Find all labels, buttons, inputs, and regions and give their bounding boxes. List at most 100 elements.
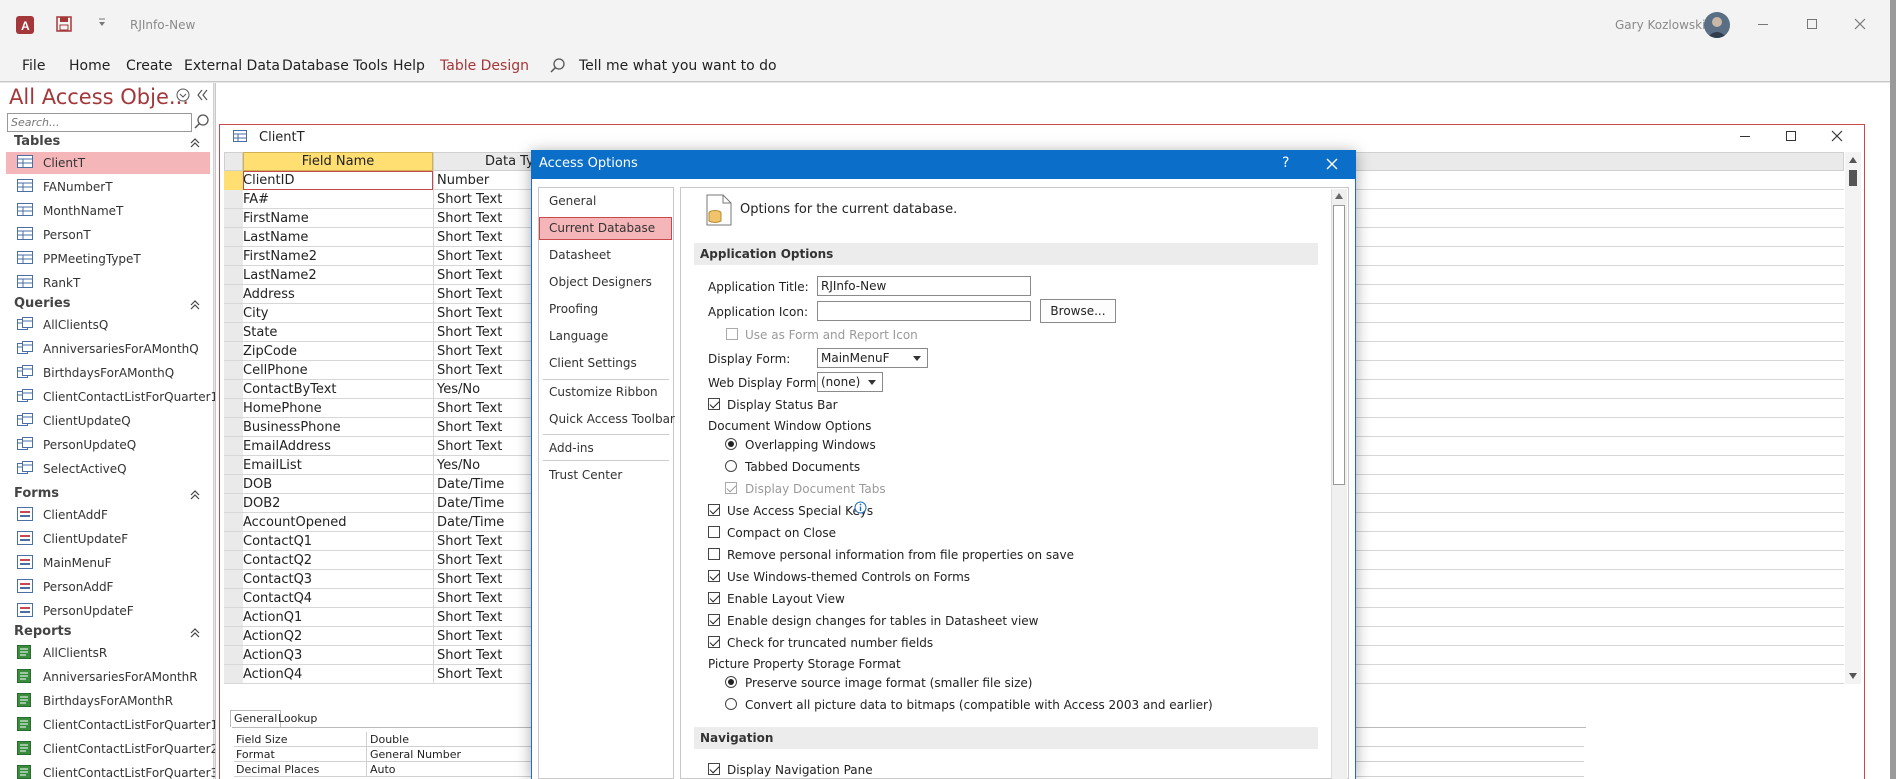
- nav-item[interactable]: PersonUpdateF: [6, 600, 210, 622]
- help-button[interactable]: ?: [1282, 155, 1289, 171]
- app-icon-field[interactable]: [817, 301, 1031, 321]
- column-header-field-name[interactable]: Field Name: [243, 152, 433, 171]
- tab-home[interactable]: Home: [69, 58, 110, 74]
- category-item[interactable]: Client Settings: [549, 356, 637, 370]
- info-icon[interactable]: [854, 501, 867, 514]
- nav-item[interactable]: PersonUpdateQ: [6, 434, 210, 456]
- display-nav-pane-checkbox[interactable]: [708, 763, 720, 775]
- overlapping-windows-radio[interactable]: [725, 438, 737, 450]
- search-icon[interactable]: [550, 58, 566, 74]
- preserve-format-radio[interactable]: [725, 676, 737, 688]
- nav-group-queries[interactable]: Queries: [14, 296, 71, 311]
- tab-create[interactable]: Create: [126, 58, 173, 74]
- scroll-down-icon[interactable]: [1849, 673, 1857, 679]
- tab-table-design[interactable]: Table Design: [440, 58, 529, 74]
- select-all-corner[interactable]: [224, 152, 243, 171]
- layout-view-checkbox[interactable]: [708, 592, 720, 604]
- close-icon[interactable]: [1854, 18, 1866, 30]
- nav-item[interactable]: MainMenuF: [6, 552, 210, 574]
- table-tab-title[interactable]: ClientT: [259, 130, 305, 145]
- web-display-form-select[interactable]: (none): [817, 372, 883, 392]
- nav-item[interactable]: AllClientsR: [6, 642, 210, 664]
- nav-group-tables[interactable]: Tables: [14, 134, 60, 149]
- tab-database-tools[interactable]: Database Tools: [282, 58, 388, 74]
- design-changes-checkbox[interactable]: [708, 614, 720, 626]
- current-cell[interactable]: [243, 171, 433, 190]
- nav-item[interactable]: RankT: [6, 272, 210, 294]
- chevron-up-icon[interactable]: [190, 490, 200, 500]
- table-scrollbar[interactable]: [1845, 152, 1861, 684]
- convert-bitmaps-radio[interactable]: [725, 698, 737, 710]
- remove-personal-checkbox[interactable]: [708, 548, 720, 560]
- table-maximize-icon[interactable]: [1786, 131, 1796, 141]
- windows-themed-checkbox[interactable]: [708, 570, 720, 582]
- tab-lookup[interactable]: Lookup: [278, 712, 317, 725]
- display-status-bar-checkbox[interactable]: [708, 398, 720, 410]
- category-item[interactable]: Language: [549, 329, 608, 343]
- nav-item[interactable]: PersonT: [6, 224, 210, 246]
- compact-on-close-checkbox[interactable]: [708, 526, 720, 538]
- tab-help[interactable]: Help: [393, 58, 425, 74]
- nav-item[interactable]: MonthNameT: [6, 200, 210, 222]
- tab-external-data[interactable]: External Data: [184, 58, 280, 74]
- nav-item[interactable]: AllClientsQ: [6, 314, 210, 336]
- category-item[interactable]: Datasheet: [549, 248, 611, 262]
- tabbed-documents-radio[interactable]: [725, 460, 737, 472]
- tell-me-input[interactable]: Tell me what you want to do: [579, 58, 777, 74]
- collapse-pane-icon[interactable]: [196, 88, 208, 102]
- category-item[interactable]: Proofing: [549, 302, 598, 316]
- tab-general[interactable]: General: [230, 710, 282, 727]
- nav-item[interactable]: ClientContactListForQuarter1: [6, 386, 218, 408]
- nav-item[interactable]: ClientT: [6, 152, 210, 174]
- user-name[interactable]: Gary Kozlowski: [1615, 18, 1705, 32]
- nav-item[interactable]: BirthdaysForAMonthR: [6, 690, 210, 712]
- category-item[interactable]: Quick Access Toolbar: [549, 412, 675, 426]
- category-item[interactable]: Object Designers: [549, 275, 652, 289]
- chevron-up-icon[interactable]: [190, 628, 200, 638]
- tab-file[interactable]: File: [22, 58, 45, 74]
- options-scroll-up-icon[interactable]: [1335, 193, 1343, 199]
- nav-search-input[interactable]: Search...: [7, 113, 192, 132]
- options-scroll-thumb[interactable]: [1333, 205, 1345, 485]
- scroll-up-icon[interactable]: [1849, 157, 1857, 163]
- current-row-selector[interactable]: [224, 171, 243, 190]
- maximize-icon[interactable]: [1807, 19, 1817, 29]
- app-title-field[interactable]: RJInfo-New: [817, 276, 1031, 296]
- save-icon[interactable]: [56, 16, 72, 32]
- avatar[interactable]: [1704, 12, 1730, 38]
- dialog-close-icon[interactable]: [1326, 158, 1338, 170]
- nav-item[interactable]: ClientUpdateQ: [6, 410, 210, 432]
- nav-item[interactable]: PersonAddF: [6, 576, 210, 598]
- nav-item[interactable]: FANumberT: [6, 176, 210, 198]
- nav-item[interactable]: ClientContactListForQuarter3R: [6, 762, 227, 779]
- browse-button[interactable]: Browse...: [1040, 299, 1116, 323]
- nav-item[interactable]: SelectActiveQ: [6, 458, 210, 480]
- nav-item[interactable]: AnniversariesForAMonthQ: [6, 338, 210, 360]
- category-item[interactable]: Customize Ribbon: [549, 385, 658, 399]
- minimize-icon[interactable]: [1758, 24, 1768, 25]
- scroll-thumb[interactable]: [1849, 170, 1857, 186]
- table-close-icon[interactable]: [1831, 130, 1843, 142]
- category-item[interactable]: Add-ins: [549, 441, 594, 455]
- nav-item[interactable]: ClientContactListForQuarter2R: [6, 738, 227, 760]
- nav-item[interactable]: ClientContactListForQuarter1R: [6, 714, 227, 736]
- chevron-up-icon[interactable]: [190, 300, 200, 310]
- category-item[interactable]: Current Database: [549, 221, 655, 235]
- chevron-down-circle-icon[interactable]: [176, 88, 190, 102]
- chevron-up-icon[interactable]: [190, 138, 200, 148]
- display-form-select[interactable]: MainMenuF: [817, 348, 928, 368]
- category-item[interactable]: General: [549, 194, 596, 208]
- nav-item[interactable]: PPMeetingTypeT: [6, 248, 210, 270]
- nav-group-reports[interactable]: Reports: [14, 624, 71, 639]
- truncated-fields-checkbox[interactable]: [708, 636, 720, 648]
- nav-item[interactable]: ClientUpdateF: [6, 528, 210, 550]
- nav-item[interactable]: BirthdaysForAMonthQ: [6, 362, 210, 384]
- table-minimize-icon[interactable]: [1740, 136, 1750, 137]
- use-as-icon-checkbox[interactable]: [726, 328, 738, 340]
- nav-search-icon[interactable]: [194, 114, 210, 130]
- special-keys-checkbox[interactable]: [708, 504, 720, 516]
- nav-item[interactable]: AnniversariesForAMonthR: [6, 666, 210, 688]
- nav-pane-title[interactable]: All Access Obje...: [9, 85, 189, 109]
- quick-access-dropdown-icon[interactable]: [98, 18, 106, 28]
- nav-group-forms[interactable]: Forms: [14, 486, 59, 501]
